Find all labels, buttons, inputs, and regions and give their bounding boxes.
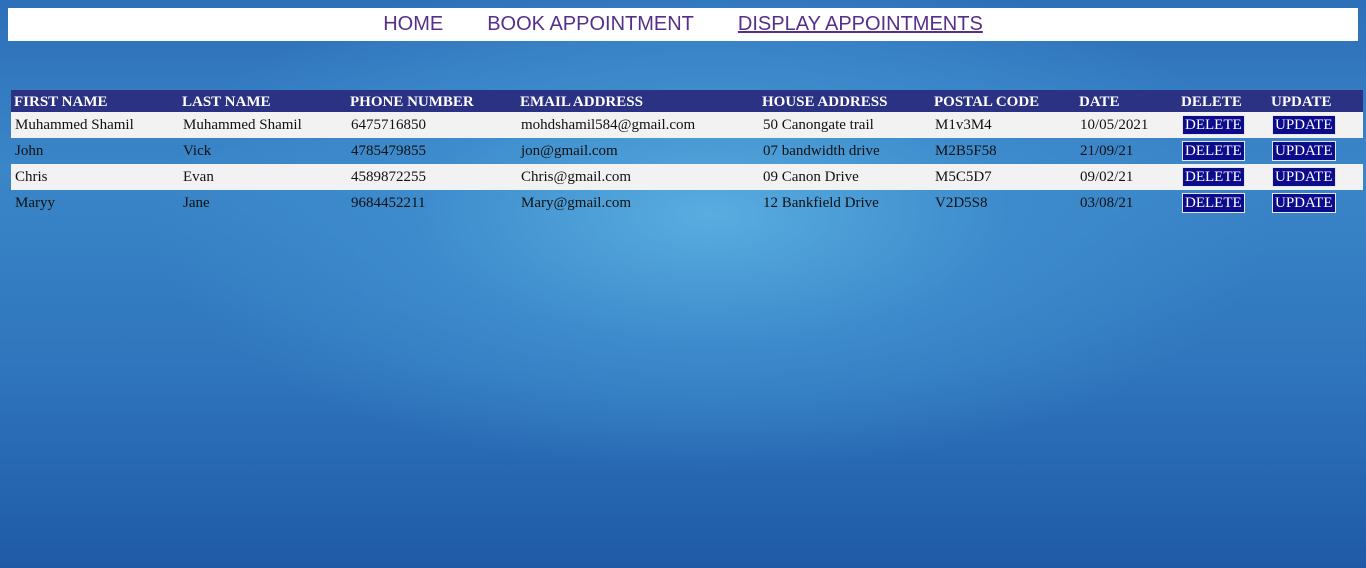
nav-book-appointment-link[interactable]: BOOK APPOINTMENT [487,13,694,36]
cell-date: 10/05/2021 [1076,112,1178,138]
cell-update: UPDATE [1268,138,1363,164]
table-row: Maryy Jane 9684452211 Mary@gmail.com 12 … [11,190,1363,216]
table-header-row: FIRST NAME LAST NAME PHONE NUMBER EMAIL … [11,90,1363,112]
cell-first-name: Maryy [15,194,55,211]
cell-first-name: John [15,142,44,159]
cell-phone-number: 4589872255 [347,164,517,190]
cell-first-name: Chris [11,164,179,190]
cell-phone-number: 9684452211 [351,194,426,211]
delete-button[interactable]: DELETE [1182,167,1245,187]
update-button[interactable]: UPDATE [1272,167,1336,187]
header-house-address: HOUSE ADDRESS [759,90,931,112]
cell-postal-code: V2D5S8 [935,194,988,211]
cell-update: UPDATE [1268,190,1363,216]
cell-date: 21/09/21 [1080,142,1134,159]
cell-last-name: Evan [179,164,347,190]
appointments-table: FIRST NAME LAST NAME PHONE NUMBER EMAIL … [11,90,1363,216]
header-date: DATE [1076,90,1178,112]
top-navigation: HOME BOOK APPOINTMENT DISPLAY APPOINTMEN… [8,8,1358,41]
table-row: Chris Evan 4589872255 Chris@gmail.com 09… [11,164,1363,190]
cell-first-name: Muhammed Shamil [11,112,179,138]
cell-update: UPDATE [1268,112,1363,138]
delete-button[interactable]: DELETE [1182,115,1245,135]
header-email-address: EMAIL ADDRESS [517,90,759,112]
header-first-name: FIRST NAME [11,90,179,112]
update-button[interactable]: UPDATE [1272,115,1336,135]
table-row: Muhammed Shamil Muhammed Shamil 64757168… [11,112,1363,138]
update-button[interactable]: UPDATE [1272,193,1336,213]
cell-last-name: Vick [183,142,212,159]
cell-phone-number: 6475716850 [347,112,517,138]
delete-button[interactable]: DELETE [1182,141,1245,161]
cell-date: 09/02/21 [1076,164,1178,190]
cell-email-address: Mary@gmail.com [521,194,632,211]
cell-date: 03/08/21 [1080,194,1134,211]
header-delete: DELETE [1178,90,1268,112]
header-last-name: LAST NAME [179,90,347,112]
header-update: UPDATE [1268,90,1363,112]
cell-email-address: Chris@gmail.com [517,164,759,190]
cell-postal-code: M2B5F58 [935,142,997,159]
cell-house-address: 07 bandwidth drive [763,142,880,159]
cell-last-name: Muhammed Shamil [179,112,347,138]
cell-house-address: 09 Canon Drive [759,164,931,190]
cell-delete: DELETE [1178,190,1268,216]
cell-delete: DELETE [1178,138,1268,164]
header-postal-code: POSTAL CODE [931,90,1076,112]
cell-house-address: 12 Bankfield Drive [763,194,879,211]
cell-email-address: jon@gmail.com [521,142,618,159]
cell-postal-code: M5C5D7 [931,164,1076,190]
cell-update: UPDATE [1268,164,1363,190]
cell-last-name: Jane [183,194,210,211]
table-row: John Vick 4785479855 jon@gmail.com 07 ba… [11,138,1363,164]
nav-display-appointments-link[interactable]: DISPLAY APPOINTMENTS [738,13,983,36]
cell-delete: DELETE [1178,112,1268,138]
cell-house-address: 50 Canongate trail [759,112,931,138]
delete-button[interactable]: DELETE [1182,193,1245,213]
cell-email-address: mohdshamil584@gmail.com [517,112,759,138]
cell-phone-number: 4785479855 [351,142,426,159]
update-button[interactable]: UPDATE [1272,141,1336,161]
cell-delete: DELETE [1178,164,1268,190]
header-phone-number: PHONE NUMBER [347,90,517,112]
cell-postal-code: M1v3M4 [931,112,1076,138]
nav-home-link[interactable]: HOME [383,13,443,36]
